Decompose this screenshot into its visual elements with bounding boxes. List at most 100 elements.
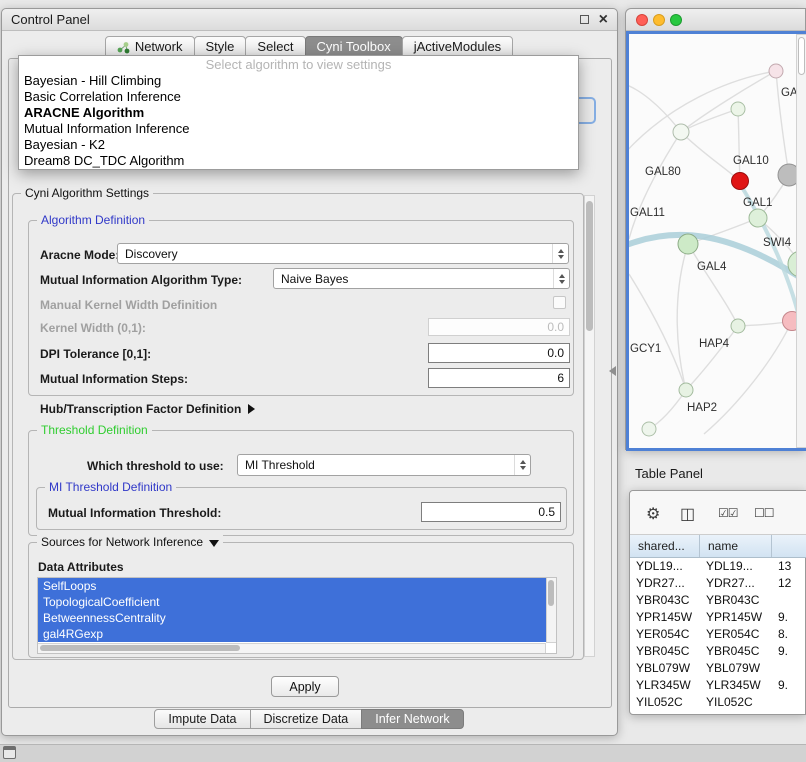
node[interactable] <box>679 383 693 397</box>
mi-steps-field[interactable]: 6 <box>428 368 570 388</box>
cyni-bottom-tabbar: Impute Data Discretize Data Infer Networ… <box>2 709 617 729</box>
kernel-width-field[interactable]: 0.0 <box>428 318 570 336</box>
attributes-list-vthumb[interactable] <box>548 580 554 606</box>
settings-scrollbar[interactable] <box>584 195 595 657</box>
cell-value: 8. <box>772 626 806 643</box>
network-vscrollbar[interactable] <box>796 34 806 448</box>
node[interactable] <box>642 422 656 436</box>
mi-threshold-legend: MI Threshold Definition <box>45 480 176 494</box>
cell-name: YDR27... <box>700 575 772 592</box>
table-row[interactable]: YBR043C YBR043C <box>630 592 806 609</box>
attribute-item[interactable]: TopologicalCoefficient <box>38 594 546 610</box>
node[interactable] <box>769 64 783 78</box>
hub-section-toggle[interactable]: Hub/Transcription Factor Definition <box>40 402 255 416</box>
minimize-traffic-light-icon[interactable] <box>653 14 665 26</box>
tab-infer-network-label: Infer Network <box>375 712 449 726</box>
node-label: GAL4 <box>697 261 727 273</box>
restore-panel-icon-bar <box>4 747 15 750</box>
attributes-list: SelfLoops TopologicalCoefficient Between… <box>37 577 557 654</box>
mi-type-select[interactable]: Naive Bayes <box>273 268 570 289</box>
algorithm-option[interactable]: Mutual Information Inference <box>19 121 578 137</box>
float-window-icon[interactable] <box>580 15 589 24</box>
table-row[interactable]: YDL19... YDL19... 13 <box>630 558 806 575</box>
collapse-down-icon <box>209 540 219 547</box>
combo-arrows-icon <box>553 269 569 288</box>
cell-name: YLR345W <box>700 677 772 694</box>
which-threshold-select[interactable]: MI Threshold <box>237 454 531 476</box>
tab-impute-data-label: Impute Data <box>168 712 236 726</box>
table-header-row: shared... name <box>630 535 806 558</box>
attributes-list-hscrollbar[interactable] <box>38 643 546 653</box>
table-row[interactable]: YER054C YER054C 8. <box>630 626 806 643</box>
algorithm-option[interactable]: Basic Correlation Inference <box>19 89 578 105</box>
control-panel-titlebar[interactable]: Control Panel × <box>2 9 617 31</box>
apply-button[interactable]: Apply <box>271 676 339 697</box>
kernel-width-value: 0.0 <box>547 320 564 334</box>
zoom-traffic-light-icon[interactable] <box>670 14 682 26</box>
table-row[interactable]: YDR27... YDR27... 12 <box>630 575 806 592</box>
settings-scrollbar-thumb[interactable] <box>586 201 593 331</box>
tab-discretize-data[interactable]: Discretize Data <box>250 709 363 729</box>
network-graph: GAL7 GAL80 GAL10 GAL11 GAL1 SWI4 GAL4 GC… <box>629 34 806 448</box>
node[interactable] <box>731 319 745 333</box>
cell-name: YBR045C <box>700 643 772 660</box>
attribute-item[interactable]: SelfLoops <box>38 578 546 594</box>
tab-impute-data[interactable]: Impute Data <box>154 709 250 729</box>
attributes-list-vscrollbar[interactable] <box>546 578 556 643</box>
deselect-all-icon[interactable]: ☐☐ <box>754 506 774 520</box>
tab-infer-network[interactable]: Infer Network <box>361 709 463 729</box>
attributes-list-hthumb[interactable] <box>40 645 240 651</box>
window-title: Control Panel <box>11 12 90 27</box>
close-icon[interactable]: × <box>599 12 608 28</box>
gear-icon[interactable]: ⚙ <box>646 504 660 524</box>
node[interactable] <box>678 234 698 254</box>
restore-panel-icon[interactable] <box>3 746 16 759</box>
manual-kernel-label: Manual Kernel Width Definition <box>40 298 217 312</box>
network-canvas[interactable]: GAL7 GAL80 GAL10 GAL11 GAL1 SWI4 GAL4 GC… <box>626 31 806 451</box>
combo-arrows-icon <box>552 244 568 263</box>
aracne-mode-select[interactable]: Discovery <box>117 243 569 264</box>
node-selected-red[interactable] <box>732 173 749 190</box>
table-body: YDL19... YDL19... 13 YDR27... YDR27... 1… <box>630 558 806 716</box>
table-row[interactable]: YIL052C YIL052C <box>630 694 806 711</box>
cell-value: 13 <box>772 558 806 575</box>
attribute-item[interactable]: BetweennessCentrality <box>38 610 546 626</box>
dpi-tolerance-field[interactable]: 0.0 <box>428 343 570 363</box>
algorithm-option[interactable]: Dream8 DC_TDC Algorithm <box>19 153 578 169</box>
cell-value: 9. <box>772 609 806 626</box>
table-row[interactable]: YBR045C YBR045C 9. <box>630 643 806 660</box>
collapse-handle-icon[interactable] <box>609 366 616 376</box>
table-row[interactable]: YLR345W YLR345W 9. <box>630 677 806 694</box>
column-header-shared[interactable]: shared... <box>630 535 700 557</box>
algorithm-dropdown-popup: Select algorithm to view settings Bayesi… <box>18 55 579 170</box>
node-label: GAL10 <box>733 155 769 167</box>
algorithm-option-selected[interactable]: ARACNE Algorithm <box>19 105 578 121</box>
data-attributes-label: Data Attributes <box>38 560 124 574</box>
select-all-icon[interactable]: ☑☑ <box>718 506 738 520</box>
control-panel-window: Control Panel × Network Style Select Cyn… <box>1 8 618 736</box>
network-window-titlebar[interactable] <box>626 9 805 31</box>
popup-placeholder: Select algorithm to view settings <box>19 56 578 73</box>
node[interactable] <box>673 124 689 140</box>
manual-kernel-checkbox[interactable] <box>553 296 566 309</box>
attribute-item[interactable]: gal4RGexp <box>38 626 546 642</box>
mi-threshold-field[interactable]: 0.5 <box>421 502 561 522</box>
cell-name: YIL052C <box>700 694 772 711</box>
algorithm-option[interactable]: Bayesian - K2 <box>19 137 578 153</box>
table-row[interactable]: YPR145W YPR145W 9. <box>630 609 806 626</box>
bottom-dock-strip <box>0 744 806 762</box>
cell-shared: YDR27... <box>630 575 700 592</box>
sources-legend[interactable]: Sources for Network Inference <box>37 535 223 549</box>
tab-network-label: Network <box>135 37 183 57</box>
close-traffic-light-icon[interactable] <box>636 14 648 26</box>
column-header-name[interactable]: name <box>700 535 772 557</box>
network-vscrollbar-thumb[interactable] <box>798 37 805 75</box>
algorithm-option[interactable]: Bayesian - Hill Climbing <box>19 73 578 89</box>
node[interactable] <box>749 209 767 227</box>
node[interactable] <box>731 102 745 116</box>
node-label: HAP4 <box>699 338 730 350</box>
cell-shared: YDL19... <box>630 558 700 575</box>
apply-button-label: Apply <box>289 680 320 694</box>
table-row[interactable]: YBL079W YBL079W <box>630 660 806 677</box>
columns-icon[interactable]: ◫ <box>680 504 695 524</box>
